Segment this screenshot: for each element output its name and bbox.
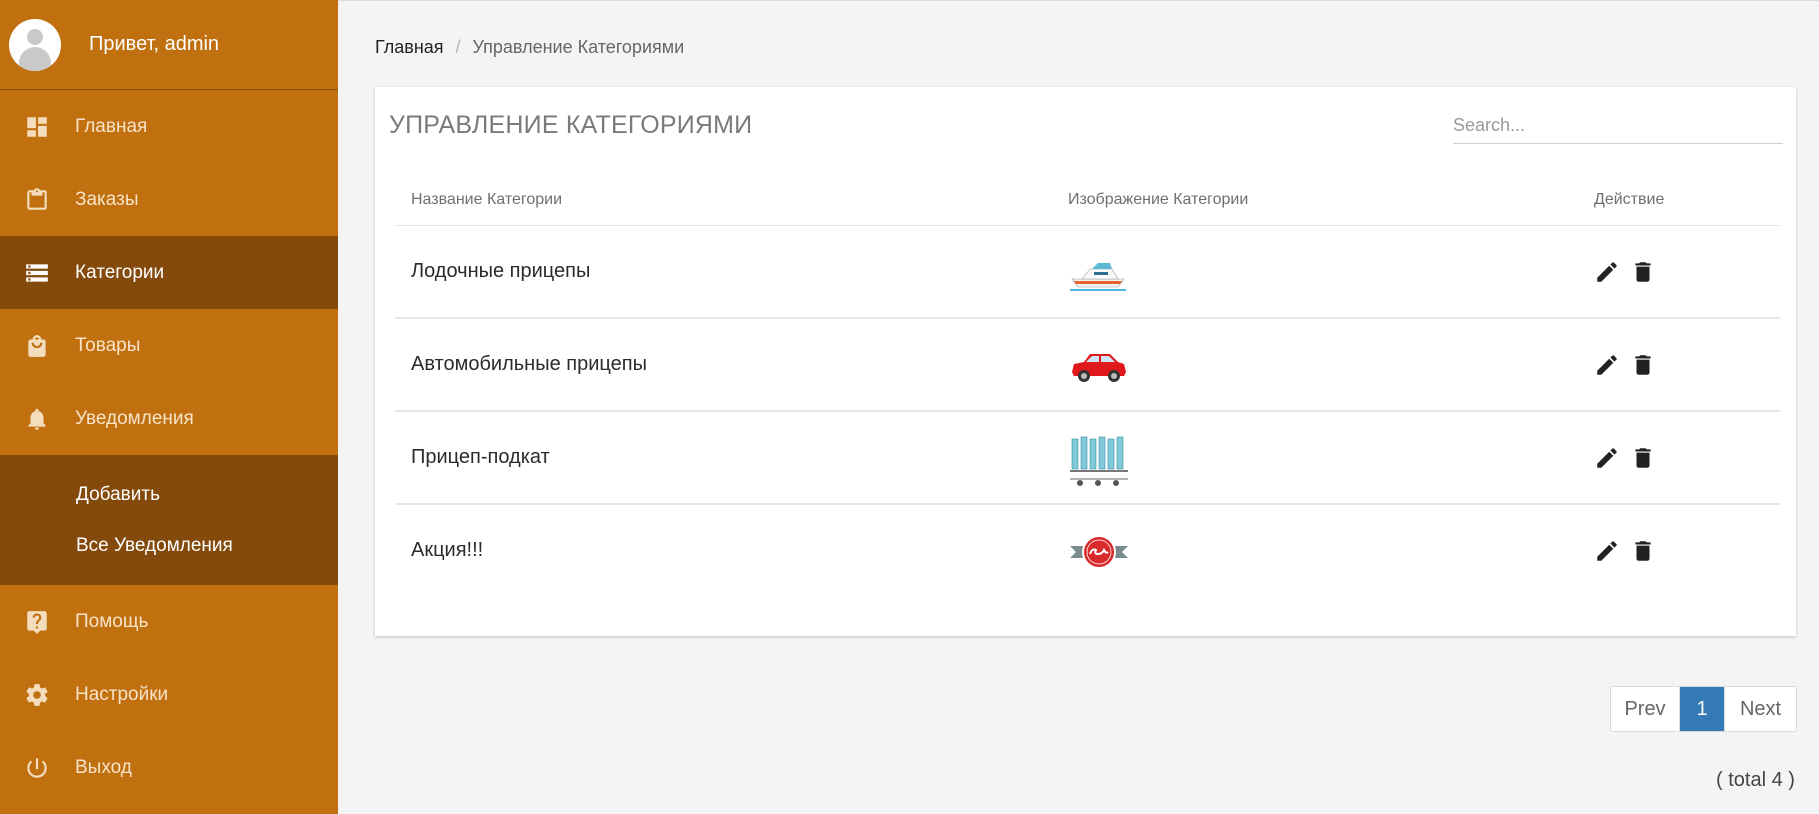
sidebar-item-orders[interactable]: Заказы xyxy=(0,163,338,236)
breadcrumb-home-link[interactable]: Главная xyxy=(375,37,444,57)
sidebar-item-label: Заказы xyxy=(75,188,139,210)
column-header-name: Название Категории xyxy=(395,175,1052,226)
table-row: Акция!!! xyxy=(395,504,1780,596)
edit-icon[interactable] xyxy=(1594,537,1620,565)
next-page-button[interactable]: Next xyxy=(1724,687,1796,731)
submenu-item-add[interactable]: Добавить xyxy=(0,469,338,520)
sidebar-item-label: Помощь xyxy=(75,610,149,632)
breadcrumb-separator: / xyxy=(455,37,461,57)
table-row: Прицеп-подкат xyxy=(395,411,1780,505)
car-image xyxy=(1072,353,1126,382)
greeting-text: Привет, admin xyxy=(89,33,220,55)
avatar xyxy=(9,18,61,71)
pagination: Prev 1 Next xyxy=(1610,686,1797,732)
submenu-item-all-notifications[interactable]: Все Уведомления xyxy=(0,520,338,571)
column-header-action: Действие xyxy=(1578,175,1780,226)
sidebar-item-label: Выход xyxy=(75,756,132,778)
sidebar-item-label: Главная xyxy=(75,115,148,137)
user-profile: Привет, admin xyxy=(0,0,338,90)
category-name: Акция!!! xyxy=(411,539,484,561)
edit-icon[interactable] xyxy=(1594,444,1620,472)
sidebar-item-label: Уведомления xyxy=(75,407,194,429)
sidebar-item-home[interactable]: Главная xyxy=(0,90,338,163)
dashboard-icon xyxy=(24,114,50,140)
sidebar-item-notifications[interactable]: Уведомления xyxy=(0,382,338,455)
sidebar-item-logout[interactable]: Выход xyxy=(0,731,338,804)
help-icon xyxy=(24,609,50,635)
delete-icon[interactable] xyxy=(1630,444,1656,472)
sidebar-item-settings[interactable]: Настройки xyxy=(0,658,338,731)
edit-icon[interactable] xyxy=(1594,258,1620,286)
breadcrumb-current: Управление Категориями xyxy=(472,37,685,57)
sidebar-item-label: Категории xyxy=(75,261,165,283)
sidebar-item-products[interactable]: Товары xyxy=(0,309,338,382)
sidebar-item-label: Настройки xyxy=(75,683,169,705)
clipboard-icon xyxy=(24,187,50,213)
shopping-bag-icon xyxy=(24,333,50,359)
search-input[interactable] xyxy=(1453,107,1783,144)
page-1-button[interactable]: 1 xyxy=(1680,687,1724,731)
table-row: Автомобильные прицепы xyxy=(395,318,1780,412)
category-name: Прицеп-подкат xyxy=(395,411,1052,505)
breadcrumb: Главная / Управление Категориями xyxy=(375,37,684,58)
category-name: Лодочные прицепы xyxy=(395,225,1052,319)
total-count: ( total 4 ) xyxy=(1716,769,1795,791)
column-header-image: Изображение Категории xyxy=(1052,175,1578,226)
bell-icon xyxy=(24,406,50,432)
boat-image xyxy=(1070,262,1126,291)
table-row: Лодочные прицепы xyxy=(395,225,1780,319)
sidebar-item-help[interactable]: Помощь xyxy=(0,585,338,658)
gear-icon xyxy=(24,682,50,708)
sidebar-item-categories[interactable]: Категории xyxy=(0,236,338,309)
delete-icon[interactable] xyxy=(1630,351,1656,379)
delete-icon[interactable] xyxy=(1630,258,1656,286)
categories-card: УПРАВЛЕНИЕ КАТЕГОРИЯМИ Название Категори… xyxy=(375,87,1796,636)
page-title: УПРАВЛЕНИЕ КАТЕГОРИЯМИ xyxy=(389,111,753,139)
top-divider xyxy=(338,0,1819,1)
table-header-row: Название Категории Изображение Категории… xyxy=(395,175,1780,226)
sale-badge-image xyxy=(1070,534,1128,569)
trailer-image xyxy=(1070,436,1128,486)
notifications-submenu: Добавить Все Уведомления xyxy=(0,455,338,585)
edit-icon[interactable] xyxy=(1594,351,1620,379)
sidebar: Привет, admin Главная Заказы Категории Т… xyxy=(0,0,338,814)
power-icon xyxy=(24,755,50,781)
delete-icon[interactable] xyxy=(1630,537,1656,565)
category-name: Автомобильные прицепы xyxy=(395,318,1052,412)
prev-page-button[interactable]: Prev xyxy=(1611,687,1680,731)
sidebar-item-label: Товары xyxy=(75,334,141,356)
storage-icon xyxy=(24,260,50,286)
categories-table: Название Категории Изображение Категории… xyxy=(395,175,1780,596)
